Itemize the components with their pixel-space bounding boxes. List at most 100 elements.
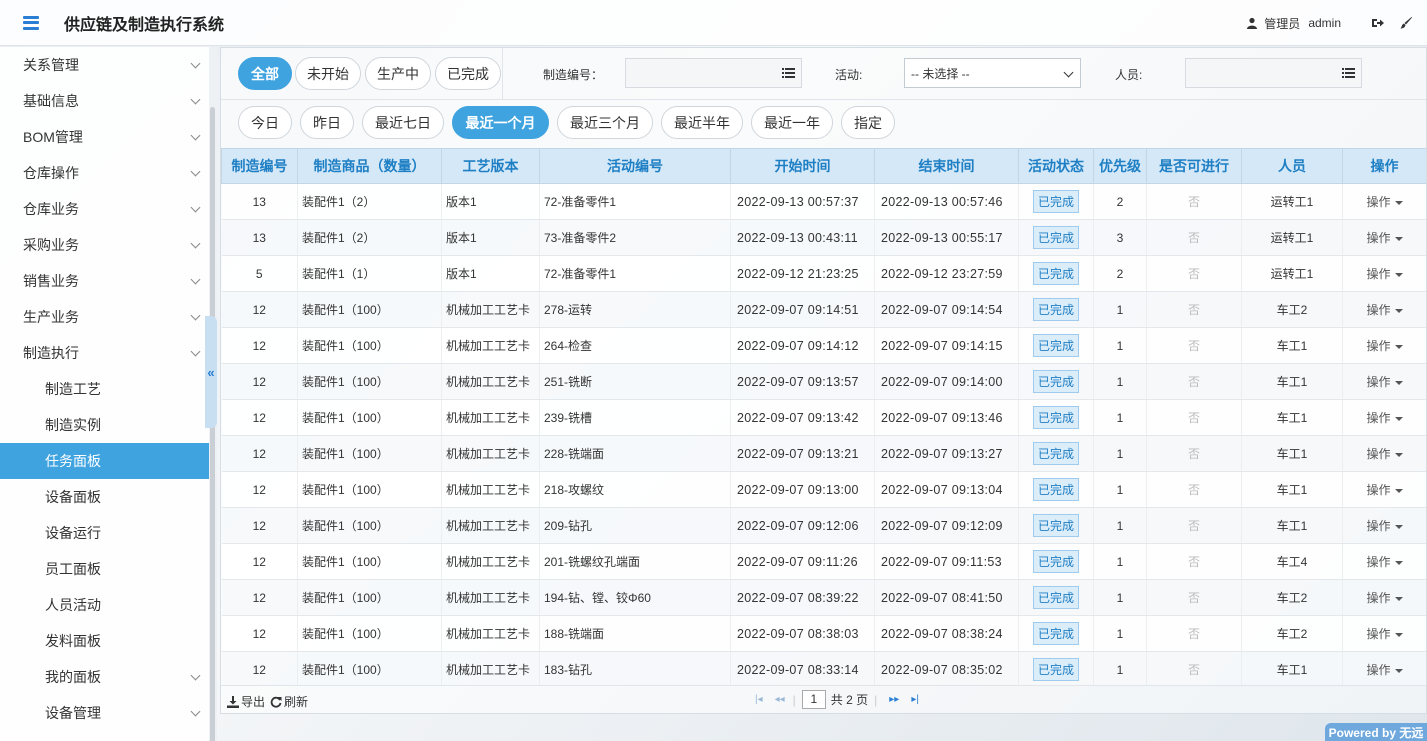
sidebar-item[interactable]: 基础信息	[0, 83, 209, 119]
sidebar-item[interactable]: 我的面板	[0, 659, 209, 695]
action-dropdown[interactable]: 操作	[1366, 375, 1403, 389]
sidebar-item[interactable]: 仓库操作	[0, 155, 209, 191]
sidebar-item[interactable]: 制造执行	[0, 335, 209, 371]
sidebar-item[interactable]: 员工面板	[0, 551, 209, 587]
table-row[interactable]: 13 装配件1（2） 版本1 73-准备零件2 2022-09-13 00:43:11 2…	[221, 219, 1426, 256]
table-row[interactable]: 12 装配件1（100） 机械加工工艺卡 201-铣螺纹孔端面 2022-09-07 0…	[221, 543, 1426, 580]
tab-last-month[interactable]: 最近一个月	[452, 106, 549, 139]
action-dropdown[interactable]: 操作	[1366, 447, 1403, 461]
sidebar-item[interactable]: 制造工艺	[0, 371, 209, 407]
list-picker-icon[interactable]	[1342, 67, 1355, 79]
column-header[interactable]: 是否可进行	[1146, 148, 1242, 184]
tab-completed[interactable]: 已完成	[435, 57, 501, 90]
tab-yesterday[interactable]: 昨日	[300, 106, 354, 139]
column-header[interactable]: 操作	[1342, 148, 1426, 184]
column-header[interactable]: 制造商品（数量）	[297, 148, 442, 184]
mfg-no-cell: 12	[221, 507, 298, 544]
table-row[interactable]: 12 装配件1（100） 机械加工工艺卡 251-铣断 2022-09-07 09:13…	[221, 363, 1426, 400]
prev-page-icon[interactable]: ◂◂	[775, 694, 785, 705]
tab-in-production[interactable]: 生产中	[365, 57, 431, 90]
table-row[interactable]: 12 装配件1（100） 机械加工工艺卡 194-钻、镗、铰Φ60 2022-09-07…	[221, 579, 1426, 616]
last-page-icon[interactable]: ▸|	[911, 694, 919, 705]
tab-custom[interactable]: 指定	[841, 106, 895, 139]
tab-last-3-months[interactable]: 最近三个月	[557, 106, 653, 139]
sidebar-item[interactable]: 人员活动	[0, 587, 209, 623]
sidebar-item[interactable]: 任务面板	[0, 443, 209, 479]
export-button[interactable]: 导出	[227, 693, 265, 710]
runnable-cell: 否	[1146, 219, 1242, 256]
sidebar-item[interactable]: 仓库业务	[0, 191, 209, 227]
action-dropdown[interactable]: 操作	[1366, 303, 1403, 317]
action-dropdown[interactable]: 操作	[1366, 519, 1403, 533]
tab-last-half-year[interactable]: 最近半年	[661, 106, 743, 139]
table-row[interactable]: 12 装配件1（100） 机械加工工艺卡 218-攻螺纹 2022-09-07 09:1…	[221, 471, 1426, 508]
sidebar-item[interactable]: BOM管理	[0, 119, 209, 155]
action-dropdown[interactable]: 操作	[1366, 267, 1403, 281]
table-row[interactable]: 12 装配件1（100） 机械加工工艺卡 183-钻孔 2022-09-07 08:33…	[221, 651, 1426, 685]
sidebar-item[interactable]: 设备管理	[0, 695, 209, 731]
logout-icon[interactable]	[1371, 16, 1385, 30]
action-dropdown[interactable]: 操作	[1366, 483, 1403, 497]
column-header[interactable]: 工艺版本	[441, 148, 540, 184]
sidebar-item[interactable]: 采购业务	[0, 227, 209, 263]
list-picker-icon[interactable]	[782, 67, 795, 79]
sidebar-item[interactable]: 生产业务	[0, 299, 209, 335]
sidebar-item[interactable]: 发料面板	[0, 623, 209, 659]
table-row[interactable]: 12 装配件1（100） 机械加工工艺卡 239-铣槽 2022-09-07 09:13…	[221, 399, 1426, 436]
tab-all[interactable]: 全部	[238, 57, 292, 90]
table-row[interactable]: 12 装配件1（100） 机械加工工艺卡 264-检查 2022-09-07 09:14…	[221, 327, 1426, 364]
column-header[interactable]: 结束时间	[874, 148, 1019, 184]
action-dropdown[interactable]: 操作	[1366, 195, 1403, 209]
table-row[interactable]: 12 装配件1（100） 机械加工工艺卡 278-运转 2022-09-07 09:14…	[221, 291, 1426, 328]
table-row[interactable]: 12 装配件1（100） 机械加工工艺卡 228-铣端面 2022-09-07 09:1…	[221, 435, 1426, 472]
refresh-button[interactable]: 刷新	[270, 693, 308, 710]
action-cell: 操作	[1342, 327, 1426, 364]
tab-today[interactable]: 今日	[238, 106, 292, 139]
runnable-cell: 否	[1146, 327, 1242, 364]
column-header[interactable]: 优先级	[1093, 148, 1147, 184]
sidebar-item[interactable]: 制造实例	[0, 407, 209, 443]
table-row[interactable]: 12 装配件1（100） 机械加工工艺卡 209-钻孔 2022-09-07 09:12…	[221, 507, 1426, 544]
table-row[interactable]: 5 装配件1（1） 版本1 72-准备零件1 2022-09-12 21:23:25 20…	[221, 255, 1426, 292]
next-page-icon[interactable]: ▸▸	[889, 694, 899, 705]
mfg-no-input[interactable]	[625, 58, 802, 88]
sidebar-item-label: 制造实例	[45, 417, 101, 433]
table-row[interactable]: 13 装配件1（2） 版本1 72-准备零件1 2022-09-13 00:57:37 2…	[221, 183, 1426, 220]
sidebar-item[interactable]: 关系管理	[0, 47, 209, 83]
column-header[interactable]: 人员	[1241, 148, 1343, 184]
person-input[interactable]	[1185, 58, 1362, 88]
column-header[interactable]: 制造编号	[221, 148, 298, 184]
start-time-cell: 2022-09-07 09:13:57	[730, 363, 875, 400]
action-cell: 操作	[1342, 507, 1426, 544]
product-cell: 装配件1（2）	[297, 183, 442, 220]
action-dropdown[interactable]: 操作	[1366, 591, 1403, 605]
sidebar-item[interactable]: 销售业务	[0, 263, 209, 299]
tab-last-year[interactable]: 最近一年	[751, 106, 833, 139]
table-row[interactable]: 12 装配件1（100） 机械加工工艺卡 188-铣端面 2022-09-07 08:3…	[221, 615, 1426, 652]
action-dropdown[interactable]: 操作	[1366, 663, 1403, 677]
column-header[interactable]: 活动编号	[539, 148, 731, 184]
first-page-icon[interactable]: |◂	[755, 694, 763, 705]
action-dropdown[interactable]: 操作	[1366, 339, 1403, 353]
sidebar-item[interactable]: 设备面板	[0, 479, 209, 515]
sidebar-item-label: 采购业务	[23, 237, 79, 253]
activity-cell: 209-钻孔	[539, 507, 731, 544]
page-input[interactable]: 1	[801, 690, 826, 709]
brush-icon[interactable]	[1399, 16, 1413, 30]
hamburger-menu-icon[interactable]	[23, 15, 39, 30]
sidebar-item[interactable]: 设备运行	[0, 515, 209, 551]
column-header[interactable]: 开始时间	[730, 148, 875, 184]
column-header[interactable]: 活动状态	[1018, 148, 1094, 184]
activity-select[interactable]: -- 未选择 --	[904, 58, 1081, 88]
action-dropdown[interactable]: 操作	[1366, 411, 1403, 425]
action-label: 操作	[1366, 339, 1391, 353]
action-label: 操作	[1366, 267, 1391, 281]
user-name[interactable]: admin	[1308, 16, 1341, 30]
mfg-no-cell: 12	[221, 543, 298, 580]
action-dropdown[interactable]: 操作	[1366, 627, 1403, 641]
action-dropdown[interactable]: 操作	[1366, 231, 1403, 245]
tab-not-started[interactable]: 未开始	[295, 57, 361, 90]
action-dropdown[interactable]: 操作	[1366, 555, 1403, 569]
sidebar-collapse-icon[interactable]: «	[205, 316, 217, 428]
tab-last-7-days[interactable]: 最近七日	[362, 106, 444, 139]
